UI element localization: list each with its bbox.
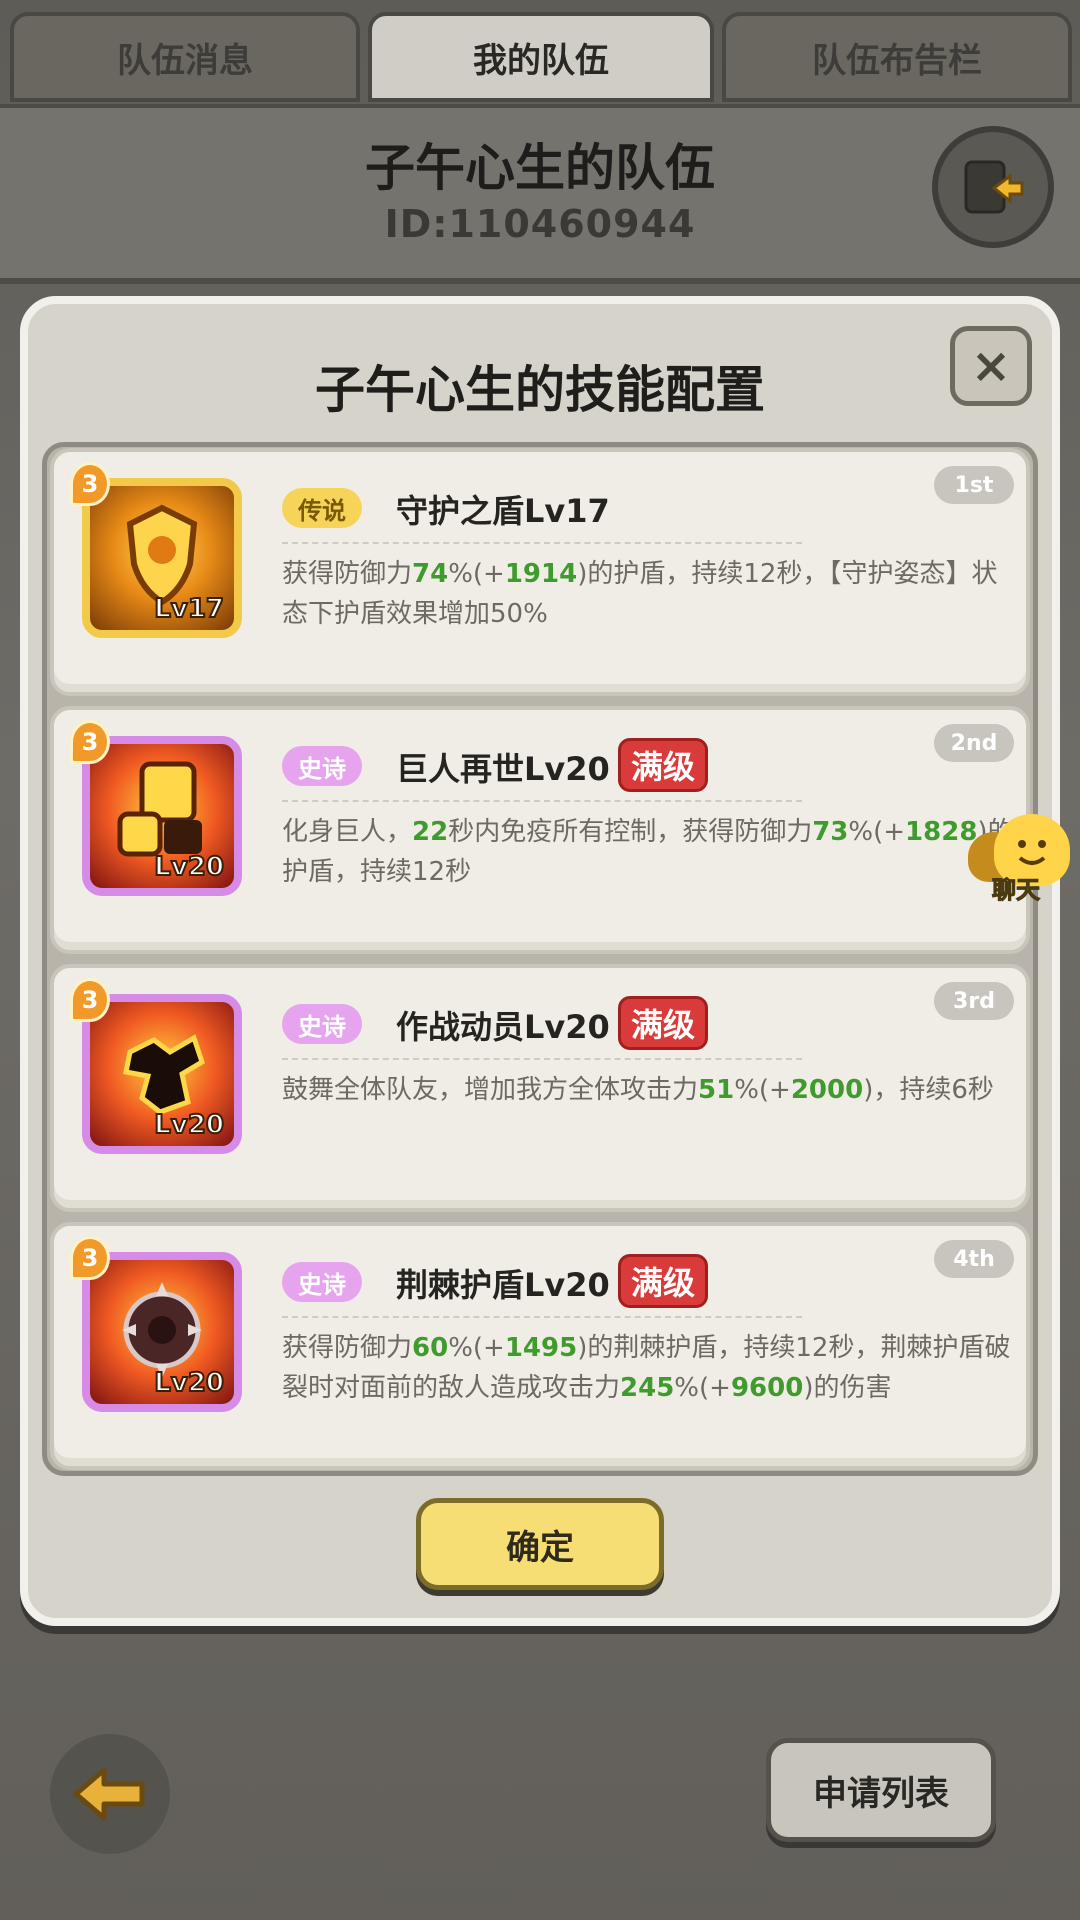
desc-text: 秒内免疫所有控制，获得防御力 xyxy=(448,817,813,847)
desc-value: 74 xyxy=(412,559,449,589)
skill-description: 鼓舞全体队友，增加我方全体攻击力51%(+2000)，持续6秒 xyxy=(282,1070,1022,1110)
divider xyxy=(282,1316,802,1318)
desc-text: 鼓舞全体队友，增加我方全体攻击力 xyxy=(282,1075,699,1105)
divider xyxy=(282,800,802,802)
desc-text: %(+ xyxy=(448,559,505,589)
back-arrow-icon xyxy=(73,1767,145,1821)
rarity-tag: 史诗 xyxy=(282,746,362,786)
desc-text: )的伤害 xyxy=(803,1373,892,1403)
thorn-shield-skill-icon: Lv20 xyxy=(82,1252,242,1412)
max-level-tag: 满级 xyxy=(618,996,709,1050)
tab-team-messages[interactable]: 队伍消息 xyxy=(10,12,360,102)
skill-name: 巨人再世Lv20 xyxy=(396,750,610,788)
team-name: 子午心生的队伍 xyxy=(365,139,715,197)
rank-badge: 3 xyxy=(70,462,110,506)
leave-team-button[interactable] xyxy=(932,126,1054,248)
tab-my-team[interactable]: 我的队伍 xyxy=(368,12,714,102)
shield-skill-icon: Lv17 xyxy=(82,478,242,638)
divider xyxy=(282,542,802,544)
desc-value: 9600 xyxy=(730,1373,804,1403)
skill-card[interactable]: Lv17 3 传说 守护之盾Lv17 1st 获得防御力74%(+1914)的护… xyxy=(50,448,1030,696)
rank-badge: 3 xyxy=(70,1236,110,1280)
tab-bar: 队伍消息 我的队伍 队伍布告栏 xyxy=(0,0,1080,108)
desc-value: 1495 xyxy=(504,1333,578,1363)
desc-text: %(+ xyxy=(448,1333,505,1363)
close-icon: × xyxy=(970,338,1012,394)
rarity-tag: 史诗 xyxy=(282,1004,362,1044)
skill-card[interactable]: Lv20 3 史诗 作战动员Lv20 满级 3rd 鼓舞全体队友，增加我方全体攻… xyxy=(50,964,1030,1212)
skill-order-badge: 2nd xyxy=(934,724,1014,762)
max-level-tag: 满级 xyxy=(618,738,709,792)
max-level-tag: 满级 xyxy=(618,1254,709,1308)
desc-text: %(+ xyxy=(674,1373,731,1403)
desc-text: 获得防御力 xyxy=(282,559,413,589)
skill-level-label: Lv20 xyxy=(153,1109,225,1141)
skill-name: 守护之盾Lv17 xyxy=(396,492,610,530)
skill-order-badge: 1st xyxy=(934,466,1014,504)
skill-description: 获得防御力74%(+1914)的护盾，持续12秒，【守护姿态】状态下护盾效果增加… xyxy=(282,554,1022,634)
desc-text: 化身巨人， xyxy=(282,817,413,847)
desc-text: 获得防御力 xyxy=(282,1333,413,1363)
rally-skill-icon: Lv20 xyxy=(82,994,242,1154)
desc-value: 51 xyxy=(698,1075,735,1105)
apply-list-button[interactable]: 申请列表 xyxy=(766,1738,996,1842)
skill-name: 作战动员Lv20 xyxy=(396,1008,610,1046)
divider xyxy=(282,1058,802,1060)
exit-door-icon xyxy=(964,160,1024,214)
rank-badge: 3 xyxy=(70,720,110,764)
desc-value: 22 xyxy=(412,817,449,847)
skill-name: 荆棘护盾Lv20 xyxy=(396,1266,610,1304)
rarity-tag: 史诗 xyxy=(282,1262,362,1302)
skill-description: 获得防御力60%(+1495)的荆棘护盾，持续12秒，荆棘护盾破裂时对面前的敌人… xyxy=(282,1328,1022,1408)
apply-list-label: 申请列表 xyxy=(813,1773,949,1814)
confirm-button[interactable]: 确定 xyxy=(416,1498,664,1590)
skill-level-label: Lv20 xyxy=(153,851,225,883)
desc-text: %(+ xyxy=(734,1075,791,1105)
skill-card[interactable]: Lv20 3 史诗 巨人再世Lv20 满级 2nd 化身巨人，22秒内免疫所有控… xyxy=(50,706,1030,954)
tab-label: 队伍布告栏 xyxy=(812,40,982,81)
tab-label: 我的队伍 xyxy=(473,40,609,81)
desc-value: 73 xyxy=(812,817,849,847)
tab-team-bulletin[interactable]: 队伍布告栏 xyxy=(722,12,1072,102)
skill-order-badge: 3rd xyxy=(934,982,1014,1020)
chat-label: 聊天 xyxy=(992,876,1041,905)
desc-value: 60 xyxy=(412,1333,449,1363)
confirm-label: 确定 xyxy=(506,1527,574,1568)
desc-text: )，持续6秒 xyxy=(863,1075,994,1105)
skill-order-badge: 4th xyxy=(934,1240,1014,1278)
desc-text: %(+ xyxy=(848,817,906,847)
rarity-tag: 传说 xyxy=(282,488,362,528)
desc-value: 1828 xyxy=(905,817,978,847)
desc-value: 245 xyxy=(620,1373,675,1403)
skill-card[interactable]: Lv20 3 史诗 荆棘护盾Lv20 满级 4th 获得防御力60%(+1495… xyxy=(50,1222,1030,1470)
tab-label: 队伍消息 xyxy=(117,40,253,81)
modal-title: 子午心生的技能配置 xyxy=(315,361,765,419)
team-id: ID:110460944 xyxy=(384,202,696,246)
back-button[interactable] xyxy=(50,1734,170,1854)
desc-value: 1914 xyxy=(504,559,578,589)
giant-skill-icon: Lv20 xyxy=(82,736,242,896)
skill-description: 化身巨人，22秒内免疫所有控制，获得防御力73%(+1828)的护盾，持续12秒 xyxy=(282,812,1022,892)
close-button[interactable]: × xyxy=(950,326,1032,406)
rank-badge: 3 xyxy=(70,978,110,1022)
chat-button[interactable]: 聊天 xyxy=(968,808,1080,908)
skill-level-label: Lv17 xyxy=(153,593,225,625)
skill-level-label: Lv20 xyxy=(153,1367,225,1399)
desc-value: 2000 xyxy=(790,1075,864,1105)
